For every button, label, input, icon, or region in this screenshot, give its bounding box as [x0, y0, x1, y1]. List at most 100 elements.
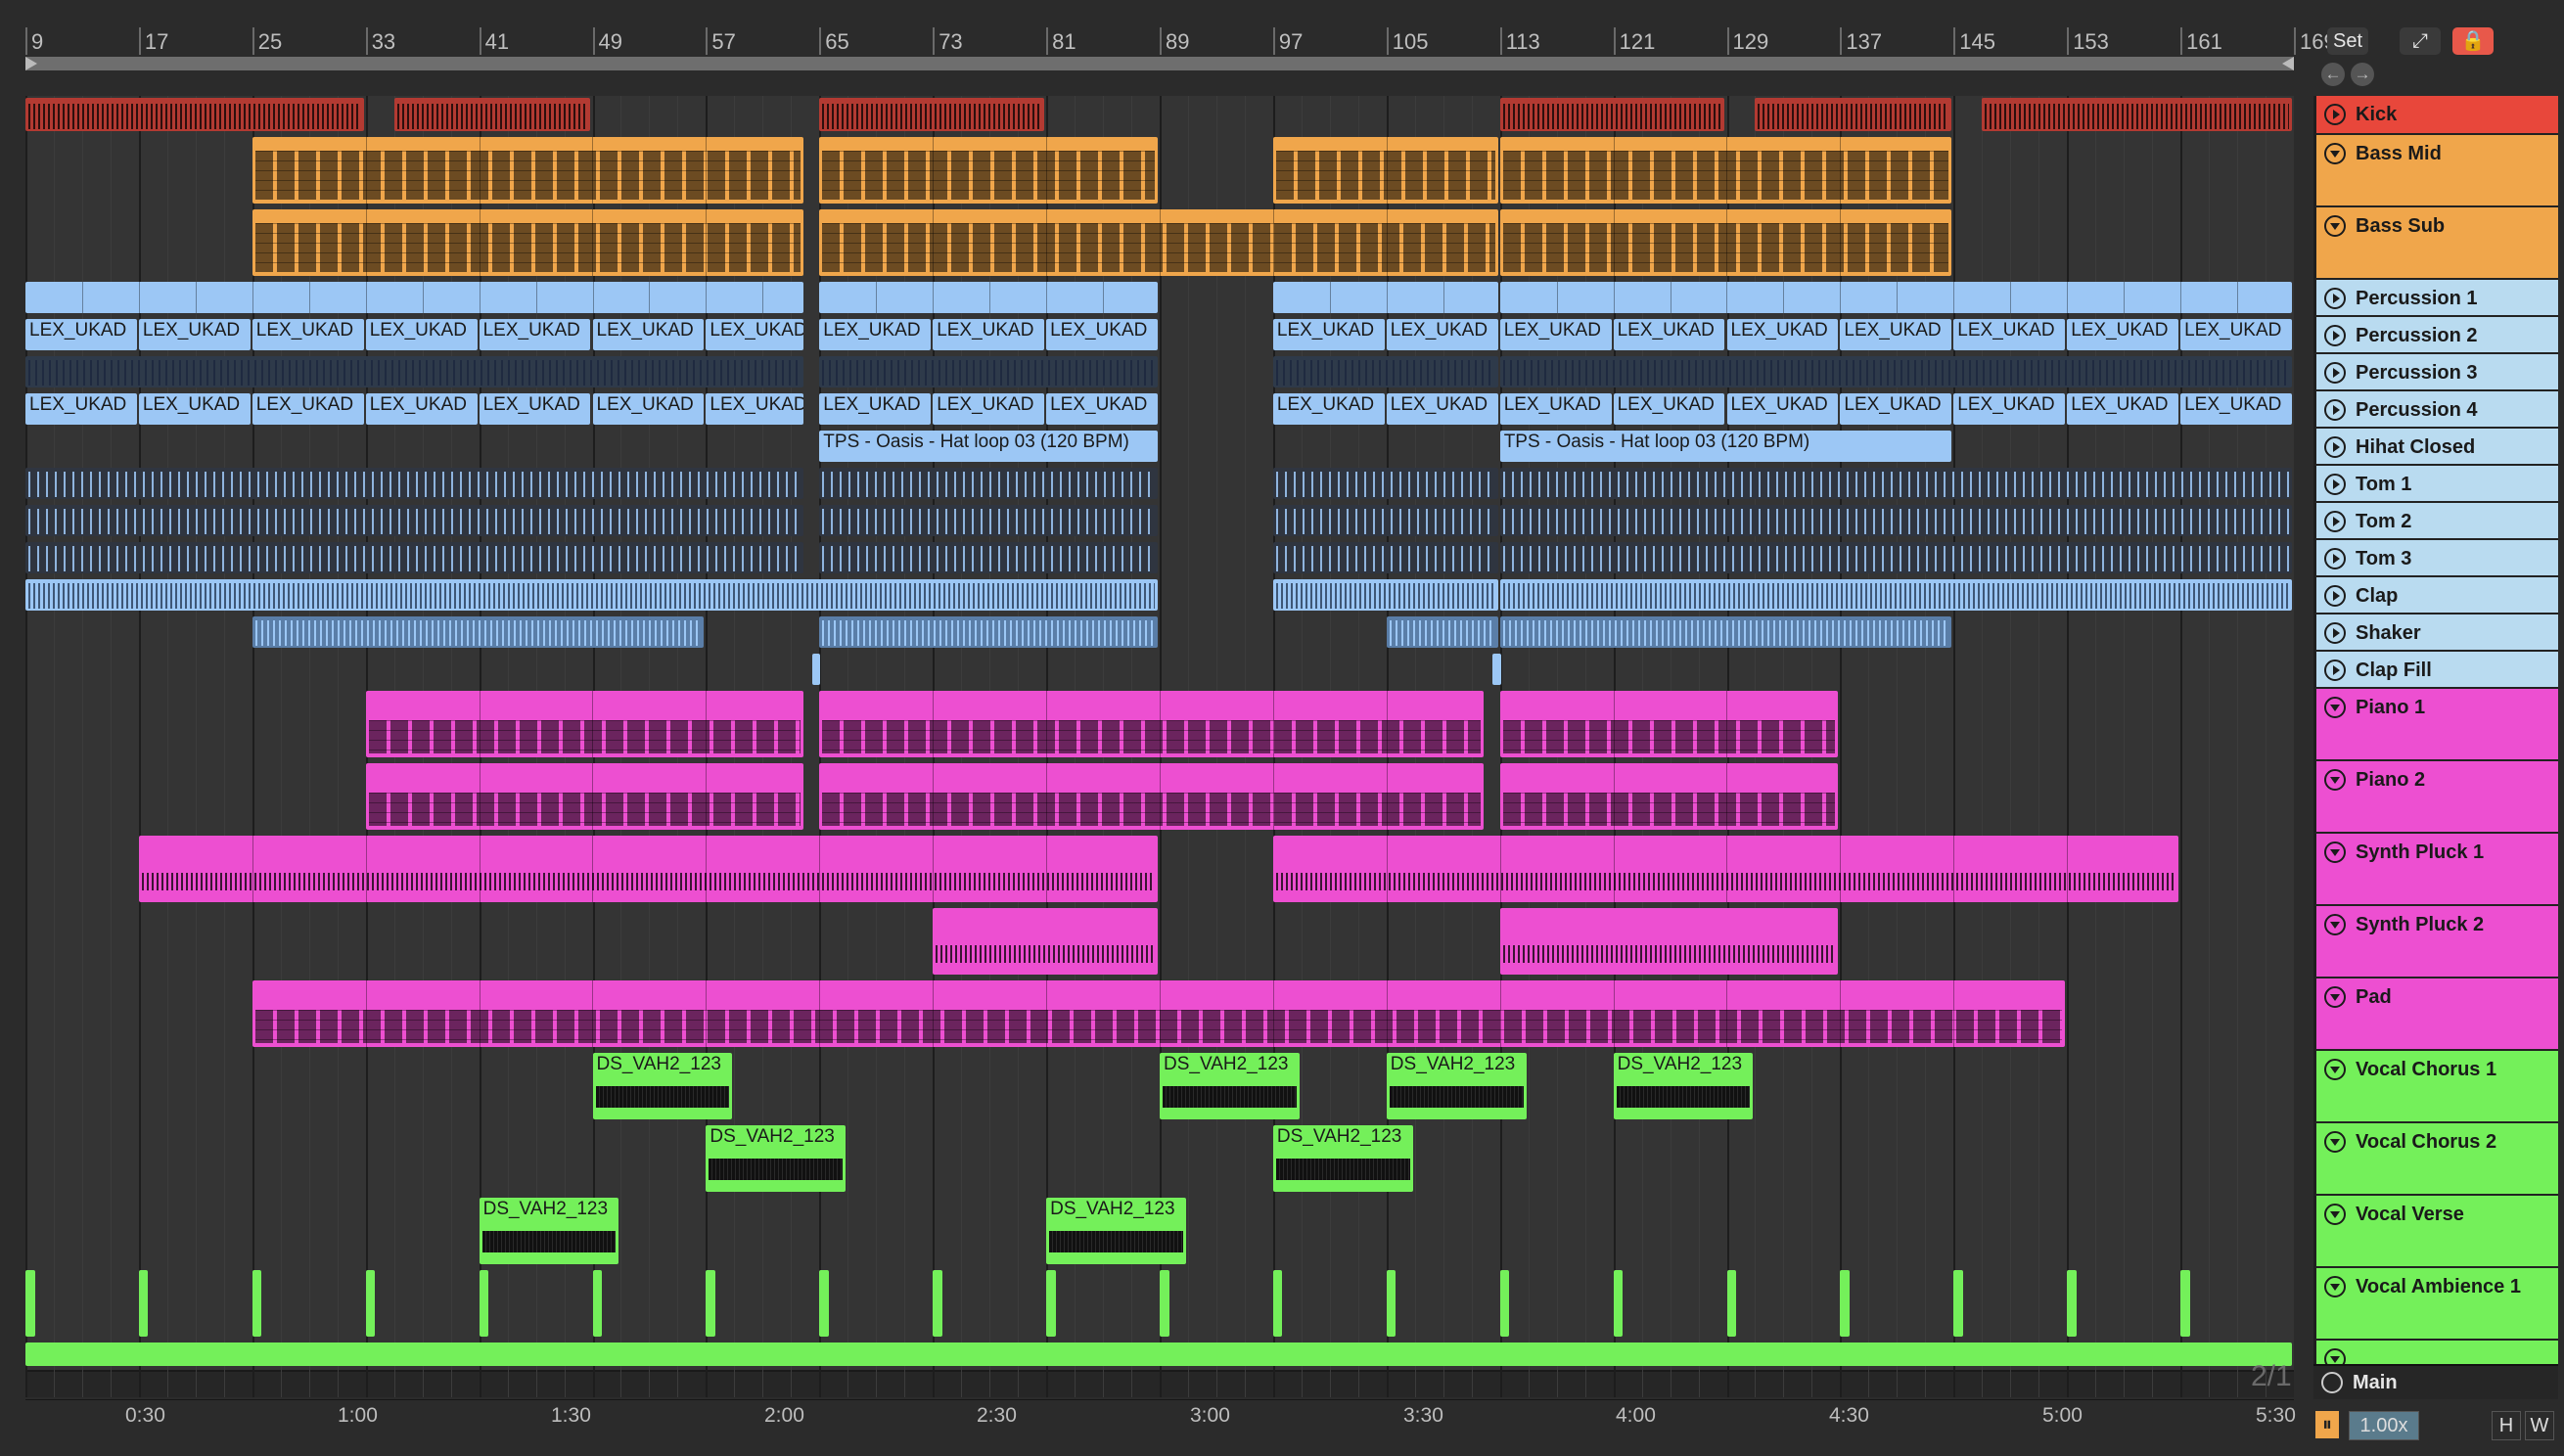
tom-clip[interactable]: [1499, 468, 2292, 499]
fold-open-icon[interactable]: [2324, 697, 2346, 718]
vocal-clip[interactable]: DS_VAH2_123: [479, 1198, 619, 1264]
clap-clip[interactable]: [1272, 579, 1498, 611]
lex-ukad-clip[interactable]: LEX_UKAD: [706, 319, 803, 350]
track-header[interactable]: Percussion 4: [2313, 391, 2558, 429]
fold-closed-icon[interactable]: [2324, 548, 2346, 569]
vocal-ambience-clip[interactable]: [2067, 1270, 2077, 1337]
fold-open-icon[interactable]: [2324, 1204, 2346, 1225]
lex-ukad-clip[interactable]: LEX_UKAD: [1272, 393, 1385, 425]
lex-ukad-clip[interactable]: LEX_UKAD: [1386, 393, 1498, 425]
hat-loop-clip[interactable]: TPS - Oasis - Hat loop 03 (120 BPM): [1499, 431, 1952, 462]
lex-ukad-clip[interactable]: LEX_UKAD: [1840, 393, 1952, 425]
vocal-ambience-clip[interactable]: [706, 1270, 715, 1337]
lex-ukad-clip[interactable]: LEX_UKAD: [706, 393, 803, 425]
fold-open-icon[interactable]: [2324, 1131, 2346, 1153]
lex-ukad-clip[interactable]: LEX_UKAD: [2067, 393, 2179, 425]
shaker-clip[interactable]: [819, 616, 1158, 648]
clap-clip[interactable]: [25, 579, 1158, 611]
piano-clip[interactable]: [1499, 763, 1839, 830]
loop-end-marker[interactable]: [2282, 57, 2294, 70]
shaker-clip[interactable]: [1386, 616, 1498, 648]
lex-ukad-clip[interactable]: LEX_UKAD: [1726, 393, 1839, 425]
lex-ukad-clip[interactable]: LEX_UKAD: [138, 393, 251, 425]
fold-open-icon[interactable]: [2324, 769, 2346, 791]
piano-clip[interactable]: [819, 691, 1485, 757]
fold-closed-icon[interactable]: [2324, 474, 2346, 495]
h-toggle-button[interactable]: H: [2492, 1411, 2521, 1440]
tom-clip[interactable]: [1272, 505, 1498, 536]
bass-sub-clip[interactable]: [252, 209, 803, 276]
tom-clip[interactable]: [25, 468, 803, 499]
percussion-3-clip[interactable]: [819, 356, 1158, 387]
piano-clip[interactable]: [365, 691, 803, 757]
fold-closed-icon[interactable]: [2324, 399, 2346, 421]
lex-ukad-clip[interactable]: LEX_UKAD: [1953, 393, 2066, 425]
tom-clip[interactable]: [819, 542, 1158, 573]
track-header[interactable]: Vocal Ambience 1: [2313, 1268, 2558, 1341]
lex-ukad-clip[interactable]: LEX_UKAD: [1499, 393, 1612, 425]
bass-mid-clip[interactable]: [1272, 137, 1498, 204]
vocal-ambience-clip[interactable]: [1386, 1270, 1396, 1337]
track-lane[interactable]: [25, 96, 2294, 137]
piano-clip[interactable]: [1499, 691, 1839, 757]
vocal-ambience-clip[interactable]: [1613, 1270, 1624, 1337]
vocal-ambience-clip[interactable]: [1499, 1270, 1510, 1337]
track-header[interactable]: Percussion 3: [2313, 354, 2558, 391]
lex-ukad-clip[interactable]: LEX_UKAD: [819, 393, 932, 425]
synth-pluck-clip[interactable]: [138, 836, 1158, 902]
lex-ukad-clip[interactable]: LEX_UKAD: [138, 319, 251, 350]
track-header[interactable]: Vocal Chorus 1: [2313, 1051, 2558, 1123]
kick-clip[interactable]: [819, 98, 1045, 131]
track-header[interactable]: Hihat Closed: [2313, 429, 2558, 466]
vocal-ambience-clip[interactable]: [252, 1270, 262, 1337]
track-header[interactable]: Tom 3: [2313, 540, 2558, 577]
vocal-ambience-clip[interactable]: [592, 1270, 603, 1337]
track-lane[interactable]: [25, 652, 2294, 691]
vocal-clip[interactable]: DS_VAH2_123: [1046, 1198, 1186, 1264]
track-header[interactable]: Synth Pluck 1: [2313, 834, 2558, 906]
lex-ukad-clip[interactable]: LEX_UKAD: [592, 319, 705, 350]
pad-clip[interactable]: [252, 980, 2066, 1047]
track-lane[interactable]: [25, 906, 2294, 980]
zoom-display[interactable]: 1.00x: [2349, 1411, 2419, 1440]
set-button[interactable]: Set: [2327, 27, 2368, 55]
lex-ukad-clip[interactable]: LEX_UKAD: [365, 319, 478, 350]
bass-sub-clip[interactable]: [819, 209, 1498, 276]
lex-ukad-clip[interactable]: LEX_UKAD: [2180, 393, 2292, 425]
track-header[interactable]: Vocal Chorus 2: [2313, 1123, 2558, 1196]
bar-ruler[interactable]: 9 17 25 33 41 49 57 65 73 81 89 97 105 113 121 129 137 14…: [25, 27, 2336, 60]
shaker-clip[interactable]: [1499, 616, 1952, 648]
fold-closed-icon[interactable]: [2324, 362, 2346, 384]
lex-ukad-clip[interactable]: LEX_UKAD: [365, 393, 478, 425]
clap-fill-clip[interactable]: [812, 654, 821, 685]
w-toggle-button[interactable]: W: [2525, 1411, 2554, 1440]
vocal-ambience-clip[interactable]: [25, 1270, 35, 1337]
track-header[interactable]: Tom 2: [2313, 503, 2558, 540]
piano-clip[interactable]: [819, 763, 1485, 830]
lex-ukad-clip[interactable]: LEX_UKAD: [1613, 393, 1725, 425]
vocal-ambience-clip[interactable]: [819, 1270, 829, 1337]
fold-open-icon[interactable]: [2324, 1276, 2346, 1297]
track-lane[interactable]: [25, 429, 2294, 468]
fold-open-icon[interactable]: [2324, 143, 2346, 164]
lex-ukad-clip[interactable]: LEX_UKAD: [819, 319, 932, 350]
track-header[interactable]: Piano 2: [2313, 761, 2558, 834]
vocal-ambience-clip[interactable]: [365, 1270, 376, 1337]
lex-ukad-clip[interactable]: LEX_UKAD: [2067, 319, 2179, 350]
track-header[interactable]: Clap Fill: [2313, 652, 2558, 689]
vocal-clip[interactable]: DS_VAH2_123: [1613, 1053, 1754, 1119]
track-header[interactable]: Pad: [2313, 978, 2558, 1051]
tom-clip[interactable]: [819, 468, 1158, 499]
track-lane[interactable]: [25, 1123, 2294, 1198]
lex-ukad-clip[interactable]: LEX_UKAD: [252, 319, 364, 350]
track-header[interactable]: Synth Pluck 2: [2313, 906, 2558, 978]
arrangement-view[interactable]: LEX_UKAD LEX_UKAD LEX_UKAD LEX_UKAD LEX_UKAD…: [25, 96, 2294, 1397]
track-header[interactable]: Vocal Verse: [2313, 1196, 2558, 1268]
fold-closed-icon[interactable]: [2324, 585, 2346, 607]
percussion-clip[interactable]: [1499, 282, 2292, 313]
track-header[interactable]: Shaker: [2313, 614, 2558, 652]
shaker-clip[interactable]: [252, 616, 705, 648]
nav-forward-icon[interactable]: →: [2351, 63, 2374, 86]
synth-pluck-clip[interactable]: [1272, 836, 2179, 902]
lex-ukad-clip[interactable]: LEX_UKAD: [592, 393, 705, 425]
